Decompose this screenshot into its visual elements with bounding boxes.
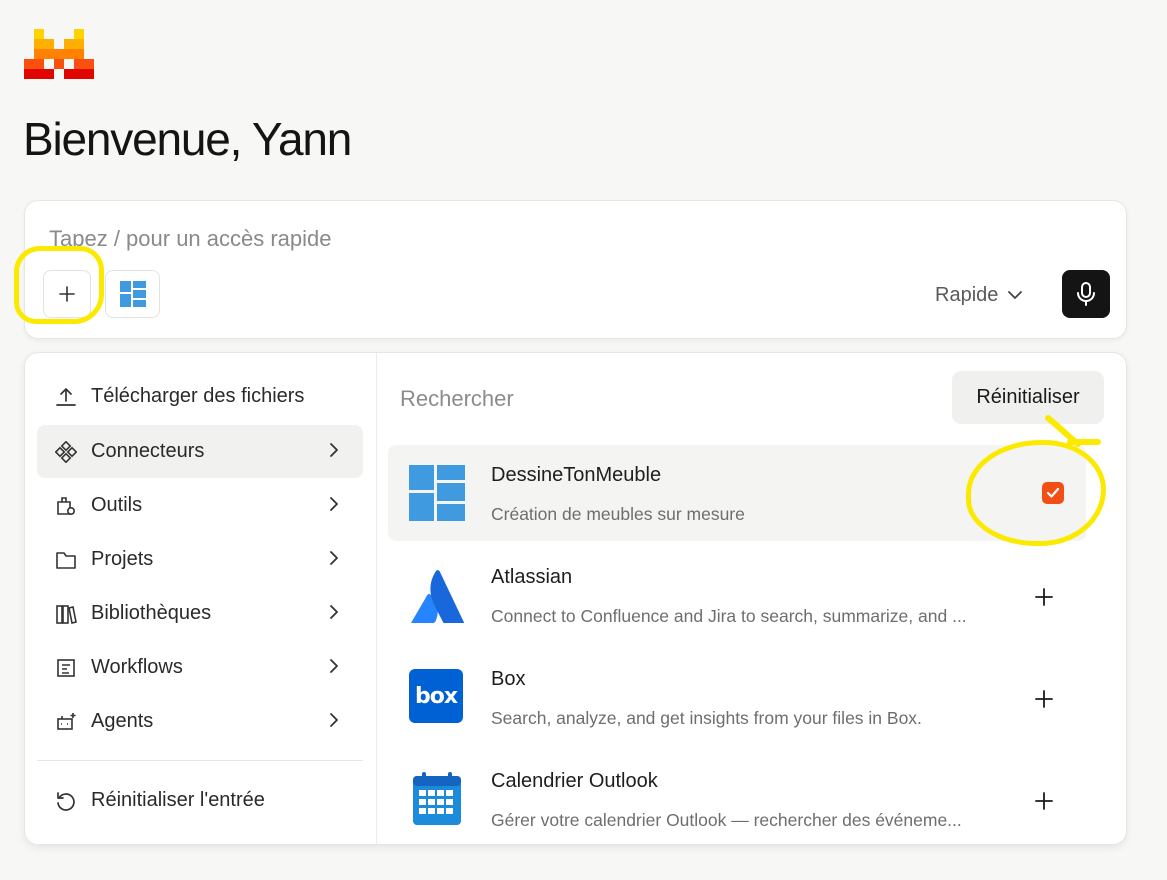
connector-name: Calendrier Outlook [491,770,658,792]
menu-item-workflows[interactable]: Workflows [37,641,363,694]
menu-item-tools[interactable]: Outils [37,479,363,532]
connector-description: Gérer votre calendrier Outlook — recherc… [491,810,962,830]
folder-icon [54,548,78,572]
dessinetonmeuble-logo [409,465,465,521]
chat-input[interactable] [47,221,951,257]
menu-item-label: Télécharger des fichiers [91,385,305,407]
menu-item-connectors[interactable]: Connecteurs [37,425,363,478]
chevron-right-icon [330,659,338,673]
microphone-icon [1077,282,1095,306]
chevron-right-icon [330,497,338,511]
attachment-menu-panel: Télécharger des fichiers Connecteurs Out… [24,352,1127,845]
chevron-right-icon [330,443,338,457]
microphone-button[interactable] [1062,270,1110,318]
connector-description: Connect to Confluence and Jira to search… [491,606,967,626]
menu-item-projects[interactable]: Projets [37,533,363,586]
menu-item-label: Bibliothèques [91,602,212,624]
highlight-annotation [966,440,1106,546]
library-icon [54,602,78,626]
menu-item-agents[interactable]: Agents [37,695,363,748]
menu-item-libraries[interactable]: Bibliothèques [37,587,363,640]
chevron-down-icon [1008,290,1023,299]
chevron-right-icon [330,605,338,619]
connector-name: Atlassian [491,566,573,588]
box-logo-text: box [414,683,458,709]
menu-divider [37,760,363,761]
outlook-calendar-logo [409,771,465,827]
dessinetonmeuble-icon [119,281,146,307]
connector-search-input[interactable]: Rechercher [400,386,514,412]
connector-row-outlook-calendar[interactable]: Calendrier Outlook Gérer votre calendrie… [388,751,1086,844]
mode-selector[interactable]: Rapide [935,281,1023,309]
atlassian-logo [409,567,465,623]
plus-icon[interactable] [1032,687,1056,711]
highlight-annotation [14,246,104,324]
connector-name: Box [491,668,526,690]
attachment-menu: Télécharger des fichiers Connecteurs Out… [25,353,377,844]
connectors-icon [54,440,78,464]
connector-name: DessineTonMeuble [491,464,662,486]
menu-item-label: Workflows [91,656,183,678]
tools-icon [54,494,78,518]
highlight-stroke [1045,415,1101,447]
menu-item-label: Réinitialiser l'entrée [91,789,265,811]
menu-item-label: Outils [91,494,143,516]
upload-icon [54,385,78,409]
workflow-icon [54,656,78,680]
plus-icon[interactable] [1032,789,1056,813]
plus-icon[interactable] [1032,585,1056,609]
menu-item-label: Connecteurs [91,440,205,462]
mode-label: Rapide [935,283,999,306]
page-title: Bienvenue, Yann [23,113,352,165]
box-logo: box [409,669,463,723]
mistral-logo [24,29,94,79]
menu-item-label: Agents [91,710,154,732]
connector-row-box[interactable]: box Box Search, analyze, and get insight… [388,649,1086,745]
chevron-right-icon [330,551,338,565]
menu-item-upload[interactable]: Télécharger des fichiers [37,370,363,423]
reset-icon [54,789,78,813]
active-connector-chip[interactable] [105,270,160,318]
chevron-right-icon [330,713,338,727]
connector-description: Search, analyze, and get insights from y… [491,708,922,728]
agent-icon [54,710,78,734]
connector-description: Création de meubles sur mesure [491,504,745,524]
menu-item-label: Projets [91,548,154,570]
menu-item-reset-input[interactable]: Réinitialiser l'entrée [37,774,363,827]
connector-row-atlassian[interactable]: Atlassian Connect to Confluence and Jira… [388,547,1086,643]
chat-input-card: Rapide [24,200,1127,339]
